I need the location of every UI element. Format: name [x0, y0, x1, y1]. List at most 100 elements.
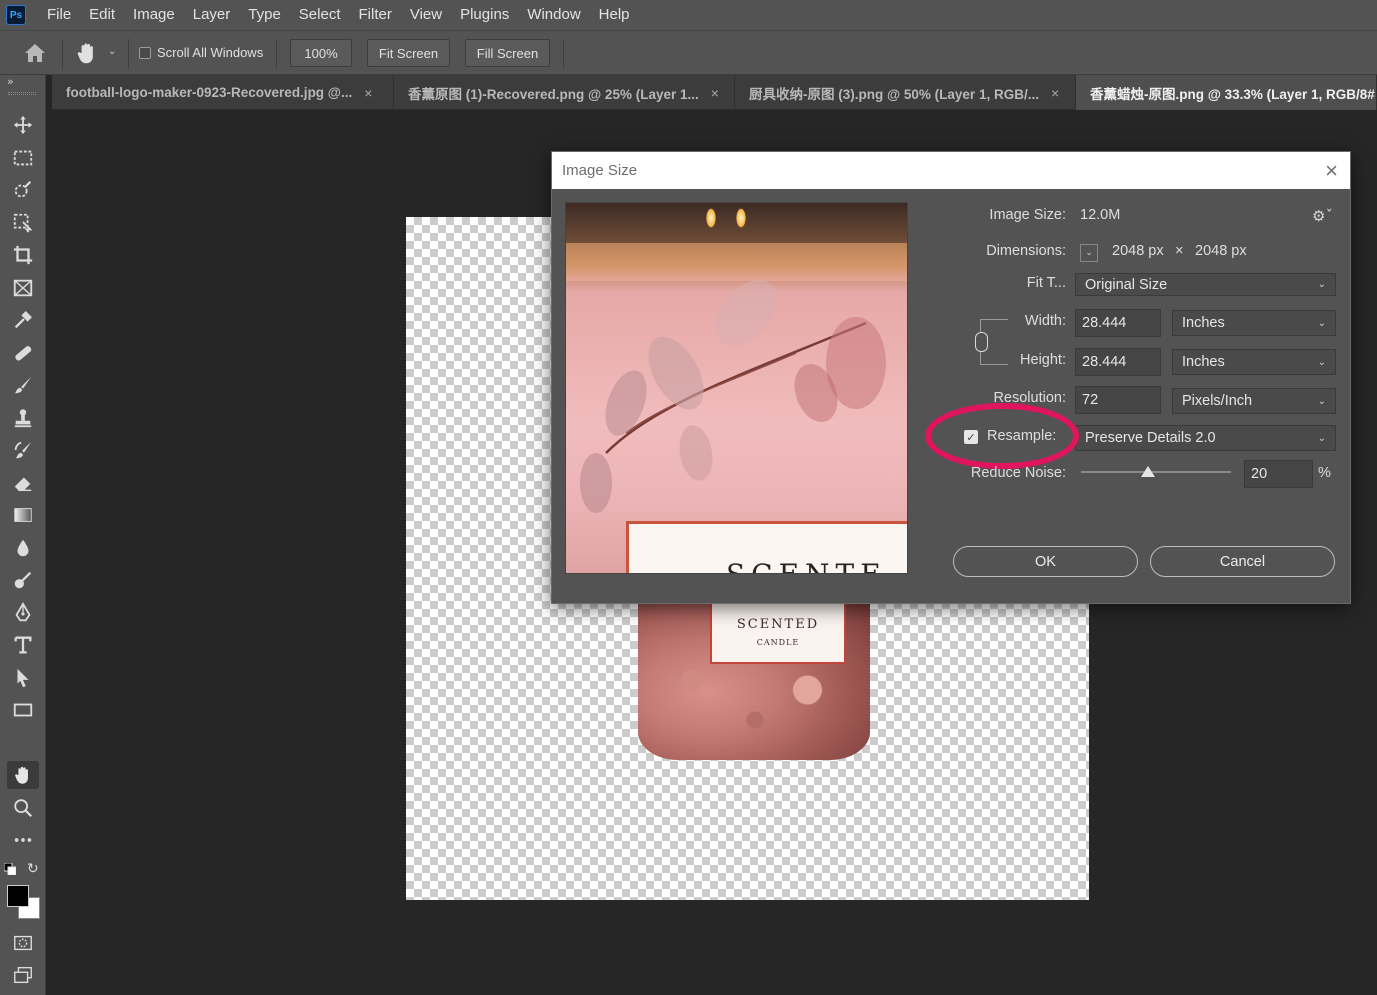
height-unit-select[interactable]: Inches ⌄ — [1172, 349, 1336, 375]
brush-tool-icon[interactable] — [7, 371, 39, 399]
path-selection-tool-icon[interactable] — [7, 664, 39, 692]
tab-label: football-logo-maker-0923-Recovered.jpg @… — [66, 85, 353, 100]
menu-help[interactable]: Help — [590, 0, 639, 30]
reduce-noise-unit: % — [1318, 465, 1331, 481]
more-tools-icon[interactable] — [7, 826, 39, 854]
chevron-down-icon: ⌄ — [1317, 395, 1326, 407]
scroll-all-windows-label: Scroll All Windows — [157, 45, 264, 60]
scroll-all-windows-checkbox[interactable] — [139, 47, 151, 59]
tab-label: 厨具收纳-原图 (3).png @ 50% (Layer 1, RGB/... — [749, 86, 1039, 102]
chevron-down-icon: ⌄ — [1317, 432, 1326, 444]
menu-view[interactable]: View — [401, 0, 451, 30]
quick-mask-icon[interactable] — [7, 929, 39, 957]
crop-tool-icon[interactable] — [7, 241, 39, 269]
height-input[interactable]: 28.444 — [1075, 348, 1161, 376]
chevron-down-icon[interactable]: ⌄ — [108, 46, 116, 57]
move-tool-icon[interactable] — [7, 111, 39, 139]
resolution-input[interactable]: 72 — [1075, 386, 1161, 414]
eraser-tool-icon[interactable] — [7, 469, 39, 497]
menu-type[interactable]: Type — [239, 0, 290, 30]
fill-screen-button[interactable]: Fill Screen — [465, 39, 550, 67]
image-size-value: 12.0M — [1080, 207, 1121, 223]
dodge-tool-icon[interactable] — [7, 566, 39, 594]
menu-filter[interactable]: Filter — [350, 0, 401, 30]
chevron-down-icon: ⌄ — [1317, 279, 1326, 290]
dialog-title: Image Size — [562, 162, 638, 179]
hand-tool-icon[interactable] — [7, 761, 39, 789]
menu-plugins[interactable]: Plugins — [451, 0, 518, 30]
healing-brush-tool-icon[interactable] — [7, 339, 39, 367]
resolution-unit-value: Pixels/Inch — [1182, 393, 1253, 409]
menu-image[interactable]: Image — [124, 0, 184, 30]
clone-stamp-tool-icon[interactable] — [7, 404, 39, 432]
eyedropper-tool-icon[interactable] — [7, 306, 39, 334]
swap-colors-icon[interactable]: ↻ — [27, 861, 39, 877]
rectangle-tool-icon[interactable] — [7, 696, 39, 724]
tab-aroma-original-recovered[interactable]: 香薰原图 (1)-Recovered.png @ 25% (Layer 1...… — [394, 75, 735, 110]
menu-select[interactable]: Select — [290, 0, 350, 30]
object-selection-tool-icon[interactable] — [7, 209, 39, 237]
width-unit-select[interactable]: Inches ⌄ — [1172, 310, 1336, 336]
dimensions-unit-chevron-icon[interactable]: ⌄ — [1080, 244, 1098, 262]
tab-label: 香薰原图 (1)-Recovered.png @ 25% (Layer 1... — [408, 86, 699, 102]
height-label: Height: — [1020, 352, 1066, 368]
close-icon[interactable]: × — [711, 85, 719, 101]
zoom-field[interactable]: 100% — [290, 39, 352, 67]
width-input[interactable]: 28.444 — [1075, 309, 1161, 337]
type-tool-icon[interactable] — [7, 631, 39, 659]
quick-selection-tool-icon[interactable] — [7, 176, 39, 204]
fit-to-value: Original Size — [1085, 276, 1168, 293]
history-brush-tool-icon[interactable] — [7, 436, 39, 464]
dimensions-times: × — [1175, 243, 1184, 259]
dialog-title-bar[interactable]: Image Size × — [552, 152, 1350, 189]
close-icon[interactable]: × — [1325, 158, 1338, 184]
chevron-down-icon: ⌄ — [1317, 356, 1326, 368]
reduce-noise-slider[interactable] — [1081, 471, 1231, 473]
foreground-color-swatch[interactable] — [7, 885, 29, 907]
cancel-button[interactable]: Cancel — [1150, 546, 1335, 577]
reduce-noise-slider-thumb[interactable] — [1141, 466, 1156, 477]
reduce-noise-input[interactable]: 20 — [1244, 460, 1313, 488]
highlight-annotation-circle — [925, 403, 1079, 469]
resample-method-select[interactable]: Preserve Details 2.0 ⌄ — [1075, 425, 1336, 451]
jar-label-line2: CANDLE — [756, 638, 800, 647]
menu-window[interactable]: Window — [518, 0, 589, 30]
options-bar: ⌄ Scroll All Windows 100% Fit Screen Fil… — [0, 30, 1377, 75]
screen-mode-icon[interactable] — [7, 961, 39, 989]
image-preview[interactable]: SCENTE — [565, 202, 908, 574]
home-icon[interactable] — [22, 42, 48, 68]
tab-kitchen-storage[interactable]: 厨具收纳-原图 (3).png @ 50% (Layer 1, RGB/... … — [735, 75, 1076, 110]
dimensions-label: Dimensions: — [986, 243, 1066, 259]
tools-panel: » ↻ — [0, 75, 46, 995]
blur-tool-icon[interactable] — [7, 534, 39, 562]
tab-scented-candle-active[interactable]: 香薰蜡烛-原图.png @ 33.3% (Layer 1, RGB/8# — [1076, 75, 1377, 110]
fit-to-select[interactable]: Original Size ⌄ — [1075, 273, 1336, 296]
panel-grip[interactable] — [8, 92, 36, 95]
dimensions-width-px: 2048 px — [1112, 243, 1164, 259]
chain-link-icon[interactable] — [975, 332, 988, 352]
document-tabs: football-logo-maker-0923-Recovered.jpg @… — [52, 75, 1377, 110]
tab-football-logo[interactable]: football-logo-maker-0923-Recovered.jpg @… — [52, 75, 394, 110]
default-colors-icon[interactable] — [3, 862, 17, 876]
photoshop-logo-icon[interactable]: Ps — [6, 5, 26, 25]
chevron-down-icon: ⌄ — [1317, 317, 1326, 329]
close-icon[interactable]: × — [364, 85, 372, 101]
resolution-unit-select[interactable]: Pixels/Inch ⌄ — [1172, 388, 1336, 414]
jar-label-line1: SCENTED — [736, 617, 820, 632]
gradient-tool-icon[interactable] — [7, 501, 39, 529]
pen-tool-icon[interactable] — [7, 599, 39, 627]
menu-edit[interactable]: Edit — [80, 0, 124, 30]
menu-file[interactable]: File — [38, 0, 80, 30]
height-unit-value: Inches — [1182, 354, 1225, 370]
close-icon[interactable]: × — [1051, 85, 1059, 101]
zoom-tool-icon[interactable] — [7, 794, 39, 822]
menu-layer[interactable]: Layer — [184, 0, 240, 30]
ok-button[interactable]: OK — [953, 546, 1138, 577]
frame-tool-icon[interactable] — [7, 274, 39, 302]
marquee-tool-icon[interactable] — [7, 144, 39, 172]
fit-screen-button[interactable]: Fit Screen — [367, 39, 450, 67]
hand-tool-preset-icon[interactable] — [74, 40, 100, 70]
collapse-panel-icon[interactable]: » — [7, 75, 14, 88]
image-size-label: Image Size: — [989, 207, 1066, 223]
gear-icon[interactable]: ⚙ˇ — [1312, 207, 1333, 225]
